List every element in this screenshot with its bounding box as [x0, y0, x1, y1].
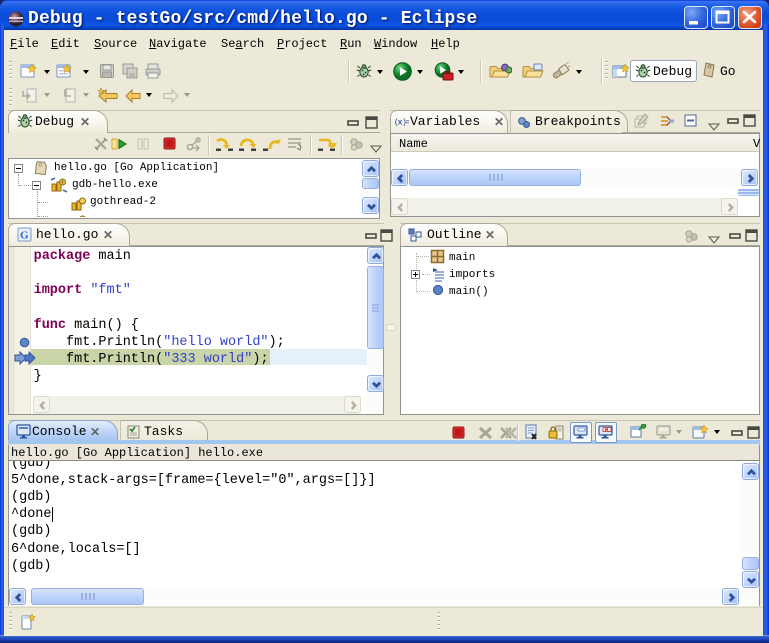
svg-text:=: = — [406, 119, 410, 128]
svg-text:G: G — [20, 230, 29, 242]
